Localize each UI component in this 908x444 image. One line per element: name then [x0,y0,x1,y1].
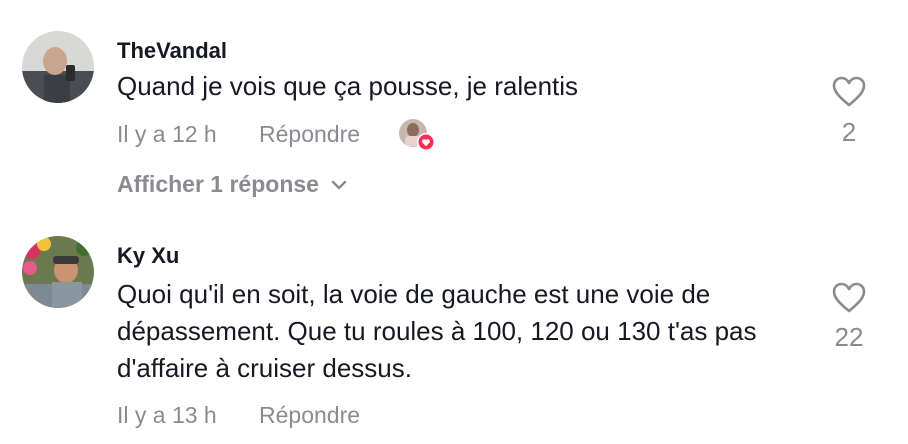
heart-badge-icon [417,133,435,151]
view-replies-label: Afficher 1 réponse [117,171,319,197]
comment-timestamp: Il y a 12 h [117,121,217,147]
heart-outline-icon[interactable] [832,282,866,314]
avatar[interactable] [22,236,94,308]
like-count: 2 [841,117,857,147]
comment-text: Quoi qu'il en soit, la voie de gauche es… [117,279,757,383]
avatar[interactable] [22,31,94,103]
comment-timestamp: Il y a 13 h [117,402,217,428]
comment-username[interactable]: TheVandal [117,38,227,64]
view-replies-button[interactable]: Afficher 1 réponse [117,171,347,198]
comment-text: Quand je vois que ça pousse, je ralentis [117,71,579,101]
comment-username[interactable]: Ky Xu [117,243,179,269]
reply-button[interactable]: Répondre [259,402,360,429]
reply-button[interactable]: Répondre [259,121,360,148]
like-count: 22 [834,322,864,352]
creator-liked-badge [399,118,437,152]
chevron-down-icon [331,180,347,189]
heart-outline-icon[interactable] [832,76,866,108]
